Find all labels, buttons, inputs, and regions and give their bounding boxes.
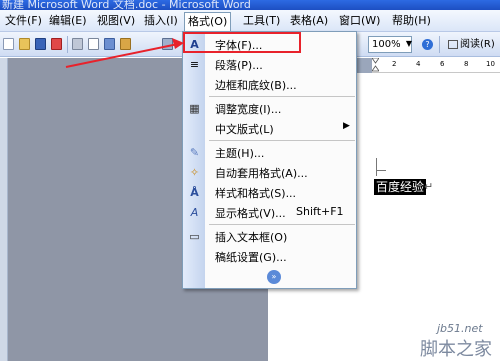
watermark-url: jb51.net bbox=[437, 322, 483, 335]
menu-insert[interactable]: 插入(I) bbox=[141, 12, 181, 30]
toolbar-separator bbox=[67, 36, 68, 53]
paragraph-icon: ≡ bbox=[189, 58, 200, 71]
menu-table[interactable]: 表格(A) bbox=[287, 12, 331, 30]
styles-icon: Å bbox=[190, 186, 199, 199]
menu-item-autoformat[interactable]: ✧ 自动套用格式(A)... bbox=[183, 162, 356, 182]
menu-item-fit-width[interactable]: ▦ 调整宽度(I)... bbox=[183, 98, 356, 118]
ruler-tick: 10 bbox=[486, 60, 495, 68]
fit-width-icon: ▦ bbox=[189, 102, 200, 115]
ruler-tick: 6 bbox=[440, 60, 445, 68]
menu-view[interactable]: 视图(V) bbox=[94, 12, 138, 30]
watermark-logo: 脚本之家 bbox=[420, 339, 492, 360]
ruler-tick: 8 bbox=[464, 60, 469, 68]
annotation-highlight-box bbox=[183, 32, 301, 53]
menu-item-borders[interactable]: 边框和底纹(B)... bbox=[183, 74, 356, 94]
new-document-icon[interactable] bbox=[3, 38, 14, 50]
title-bar: 新建 Microsoft Word 文档.doc - Microsoft Wor… bbox=[0, 0, 500, 10]
menu-item-label: 主题(H)... bbox=[215, 147, 265, 160]
spelling-icon[interactable] bbox=[104, 38, 115, 50]
margin-corner-mark bbox=[376, 170, 386, 171]
menu-item-label: 中文版式(L) bbox=[215, 123, 274, 136]
textbox-icon: ▭ bbox=[189, 230, 200, 243]
autoformat-icon: ✧ bbox=[189, 166, 200, 179]
menu-item-label: 边框和底纹(B)... bbox=[215, 79, 297, 92]
menu-item-insert-textbox[interactable]: ▭ 插入文本框(O) bbox=[183, 226, 356, 246]
submenu-arrow-icon: ▶ bbox=[343, 121, 350, 131]
menu-item-label: 调整宽度(I)... bbox=[215, 103, 282, 116]
menu-item-label: 插入文本框(O) bbox=[215, 231, 288, 244]
menu-item-label: 样式和格式(S)... bbox=[215, 187, 297, 200]
window-title: 新建 Microsoft Word 文档.doc - Microsoft Wor… bbox=[2, 0, 251, 10]
cut-icon[interactable] bbox=[162, 38, 173, 50]
menu-item-label: 显示格式(V)... bbox=[215, 207, 286, 220]
menu-item-reveal-formatting[interactable]: A 显示格式(V)... Shift+F1 bbox=[183, 202, 356, 222]
selected-text[interactable]: 百度经验 bbox=[374, 179, 427, 195]
menu-separator bbox=[209, 96, 355, 97]
menu-tools[interactable]: 工具(T) bbox=[240, 12, 283, 30]
ruler-tick: 2 bbox=[392, 60, 397, 68]
menu-bar: 文件(F) 编辑(E) 视图(V) 插入(I) 格式(O) 工具(T) 表格(A… bbox=[0, 10, 500, 33]
permission-icon[interactable] bbox=[51, 38, 62, 50]
print-preview-icon[interactable] bbox=[88, 38, 99, 50]
toolbar-separator bbox=[439, 36, 440, 53]
save-icon[interactable] bbox=[35, 38, 46, 50]
print-icon[interactable] bbox=[72, 38, 83, 50]
menu-item-paragraph[interactable]: ≡ 段落(P)... bbox=[183, 54, 356, 74]
menu-item-shortcut: Shift+F1 bbox=[296, 205, 344, 218]
book-icon bbox=[448, 39, 458, 49]
paragraph-mark: ↵ bbox=[424, 180, 434, 193]
menu-edit[interactable]: 编辑(E) bbox=[46, 12, 90, 30]
read-label: 阅读(R) bbox=[460, 39, 495, 50]
menu-item-label: 段落(P)... bbox=[215, 59, 263, 72]
indent-marker-icon[interactable] bbox=[372, 58, 379, 72]
menu-file[interactable]: 文件(F) bbox=[2, 12, 45, 30]
menu-separator bbox=[209, 140, 355, 141]
menu-format[interactable]: 格式(O) bbox=[184, 12, 232, 33]
research-icon[interactable] bbox=[120, 38, 131, 50]
menu-item-manuscript[interactable]: 稿纸设置(G)... bbox=[183, 246, 356, 266]
menu-item-label: 稿纸设置(G)... bbox=[215, 251, 287, 264]
menu-item-theme[interactable]: ✎ 主题(H)... bbox=[183, 142, 356, 162]
menu-item-label: 自动套用格式(A)... bbox=[215, 167, 308, 180]
reveal-format-icon: A bbox=[190, 206, 199, 219]
expand-menu-icon[interactable]: » bbox=[267, 270, 281, 284]
ruler-tick: 4 bbox=[416, 60, 421, 68]
margin-corner-mark bbox=[376, 158, 377, 176]
help-icon[interactable]: ? bbox=[422, 39, 433, 50]
theme-icon: ✎ bbox=[189, 146, 200, 159]
menu-item-chinese-layout[interactable]: 中文版式(L) ▶ bbox=[183, 118, 356, 138]
read-button[interactable]: 阅读(R) bbox=[448, 37, 495, 53]
menu-help[interactable]: 帮助(H) bbox=[389, 12, 434, 30]
open-folder-icon[interactable] bbox=[19, 38, 30, 50]
menu-window[interactable]: 窗口(W) bbox=[336, 12, 383, 30]
format-menu-dropdown: A 字体(F)... ≡ 段落(P)... 边框和底纹(B)... ▦ 调整宽度… bbox=[182, 31, 357, 289]
menu-separator bbox=[209, 224, 355, 225]
zoom-dropdown-icon[interactable]: ▼ bbox=[404, 36, 414, 53]
left-pane-strip bbox=[0, 58, 8, 361]
menu-item-styles[interactable]: Å 样式和格式(S)... bbox=[183, 182, 356, 202]
